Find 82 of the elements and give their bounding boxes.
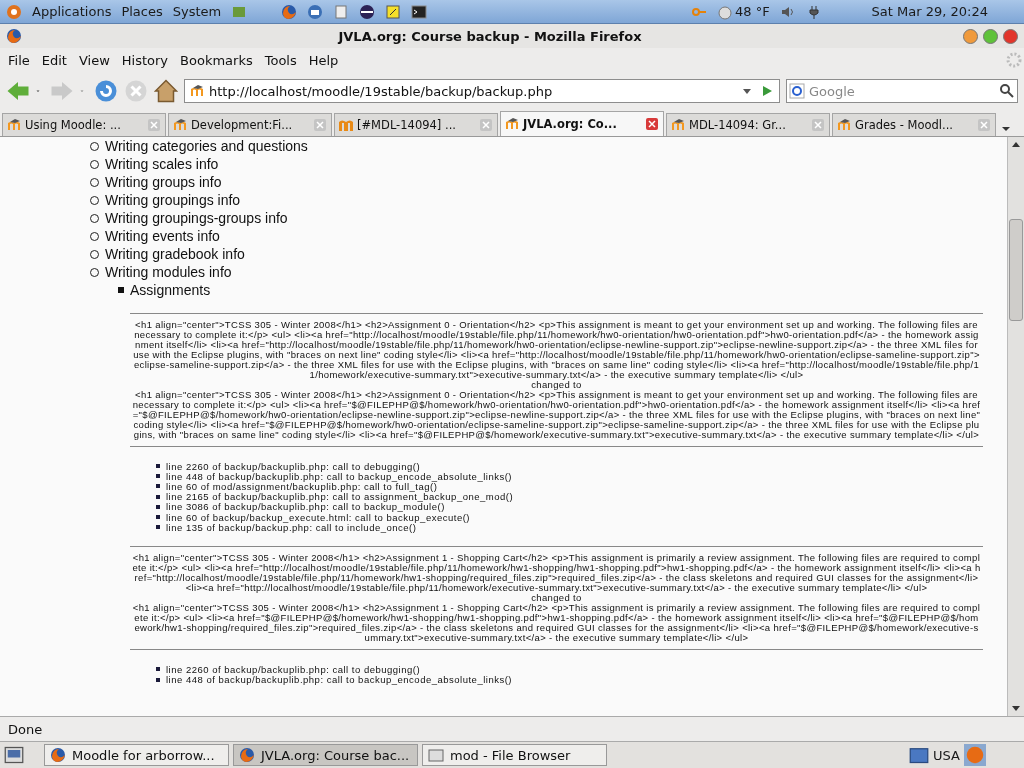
folder-icon[interactable] (909, 745, 930, 765)
window-title: JVLA.org: Course backup - Mozilla Firefox (336, 28, 643, 44)
moodle-icon (504, 116, 520, 132)
menu-item[interactable]: Help (302, 52, 345, 68)
browser-tab[interactable]: MDL-14094: Gr... (666, 113, 830, 136)
scroll-thumb[interactable] (1009, 219, 1023, 321)
browser-tab[interactable]: Development:Fi... (168, 113, 332, 136)
browser-tab[interactable]: Using Moodle: ... (2, 113, 166, 136)
home-icon[interactable] (154, 79, 178, 103)
menu-item[interactable]: Bookmarks (174, 52, 259, 68)
taskbar-task[interactable]: mod - File Browser (422, 744, 607, 766)
progress-item: Writing groupings info (105, 192, 241, 208)
debug-message: <h1 align="center">TCSS 305 - Winter 2008</h1> <h2>Assignment 0 - Orientation</h2> <p>This assignment is meant to get your environment set up and working. The following files are necessary to complete it:</p> <ul> <li><a href="$@FILEPHP@$/homework/hw0-orientation/hw0-orientation.pdf">hw0-orientation.pdf</a> - the homework assignment itself</li> <li><a href="$@FILEPHP@$/homework/hw0-orientation/eclipse-newline-support.zip">eclipse-newline-support.zip</a> - the three XML files for use with the Eclipse plugins, with "braces on next line" coding style</li> <li><a href="$@FILEPHP@$/homework/hw0-orientation/eclipse-sameline-support.zip">eclipse-sameline-support.zip</a> - the three XML files for use with the Eclipse plugins, with "braces on same line" coding style</li> <li><a href="$@FILEPHP@$/homework/executive-summary.txt">executive-summary.txt</a> - the executive summary template</li> </ul> (132, 390, 981, 440)
changed-label: changed to (530, 593, 582, 604)
bullet-icon (156, 464, 160, 469)
status-text: Done (8, 721, 43, 737)
trace-line: line 60 of backup/backup_execute.html: call to backup_execute() (166, 511, 470, 523)
progress-item: Writing groupings-groups info (105, 210, 288, 226)
document-icon[interactable] (333, 3, 350, 20)
panel-menu[interactable]: System (172, 4, 222, 19)
taskbar-task[interactable]: JVLA.org: Course bac... (233, 744, 418, 766)
trace-line: line 135 of backup/backup.php: call to include_once() (166, 521, 417, 533)
address-field[interactable]: http://localhost/moodle/19stable/backup/backup.php (184, 79, 780, 103)
menu-item[interactable]: Tools (258, 52, 303, 68)
throbber-icon (1006, 52, 1022, 68)
bullet-icon (156, 474, 160, 479)
bullet-icon (156, 494, 160, 499)
terminal-icon[interactable] (411, 3, 428, 20)
trace-line: line 448 of backup/backuplib.php: call to backup_encode_absolute_links() (166, 470, 513, 482)
search-icon[interactable] (999, 83, 1015, 99)
browser-tab[interactable]: [#MDL-14094] ... (334, 113, 498, 136)
progress-item: Writing groups info (105, 174, 222, 190)
browser-tab[interactable]: JVLA.org: Co... (500, 111, 664, 136)
clock[interactable]: Sat Mar 29, 20:24 (871, 4, 988, 19)
trace-line: line 448 of backup/backuplib.php: call to backup_encode_absolute_links() (166, 674, 513, 686)
progress-item: Writing categories and questions (105, 138, 308, 154)
panel-menu[interactable]: Applications (32, 4, 112, 19)
reload-icon[interactable] (94, 79, 118, 103)
mail-icon[interactable] (307, 3, 324, 20)
progress-item: Writing gradebook info (105, 246, 245, 262)
progress-item: Writing events info (105, 228, 220, 244)
folder-icon (428, 747, 444, 763)
minimize-button[interactable] (963, 28, 978, 44)
trace-line: line 3086 of backup/backuplib.php: call to backup_module() (166, 501, 445, 513)
show-desktop-icon[interactable] (4, 745, 24, 765)
progress-item: Writing modules info (105, 264, 232, 280)
scrollbar[interactable] (1007, 137, 1024, 716)
search-field[interactable]: Google (786, 79, 1018, 103)
browser-tab[interactable]: Grades - Moodl... (832, 113, 996, 136)
trace-line: line 2260 of backup/backuplib.php: call to debugging() (166, 663, 421, 675)
menu-item[interactable]: History (115, 52, 175, 68)
menu-item[interactable]: View (72, 52, 116, 68)
keyboard-layout[interactable]: USA (933, 747, 960, 763)
trace-line: line 2260 of backup/backuplib.php: call to debugging() (166, 460, 421, 472)
bullet-icon (156, 515, 160, 520)
moodle-icon (836, 117, 852, 133)
menu-item[interactable]: Edit (35, 52, 73, 68)
bullet-icon (156, 525, 160, 530)
moodle-icon (189, 83, 205, 99)
panel-menu[interactable]: Places (121, 4, 163, 19)
temperature: 48 °F (734, 4, 770, 19)
bullet-icon (156, 667, 160, 672)
notes-icon[interactable] (385, 3, 402, 20)
progress-item: Writing scales info (105, 156, 219, 172)
back-arrow-icon[interactable] (6, 79, 30, 103)
taskbar-task[interactable]: Moodle for arborrow... (44, 744, 229, 766)
moodle-icon (172, 117, 188, 133)
google-icon[interactable] (789, 83, 805, 99)
debug-message: <h1 align="center">TCSS 305 - Winter 2008</h1> <h2>Assignment 1 - Shopping Cart</h2> <p>This assignment is primarily a review assignment. The following files are required to complete it:</p> <ul> <li><a href="$@FILEPHP@$/homework/hw1-shopping/hw1-shopping.pdf">hw1-shopping.pdf</a> - the homework assignment itself</li> <li><a href="$@FILEPHP@$/homework/hw1-shopping/required_files.zip">required_files.zip</a> - the class skeletons and required GUI classes for the assignment</li> <li><a href="$@FILEPHP@$/homework/executive-summary.txt">executive-summary.txt</a> - the executive summary template</li> </ul> (132, 603, 981, 644)
bullet-icon (156, 504, 160, 509)
changed-label: changed to (531, 380, 582, 390)
close-icon[interactable] (644, 116, 660, 132)
module-name: Assignments (130, 282, 211, 298)
bullet-icon (156, 484, 160, 489)
moodle-icon (6, 117, 22, 133)
close-button[interactable] (1003, 28, 1018, 44)
bullet-icon (118, 287, 124, 293)
menu-item[interactable]: File (2, 52, 36, 68)
maximize-button[interactable] (983, 28, 998, 44)
moodle-icon (670, 117, 686, 133)
trace-line: line 2165 of backup/backuplib.php: call to assignment_backup_one_mod() (166, 491, 514, 503)
bullet-icon (156, 677, 160, 682)
